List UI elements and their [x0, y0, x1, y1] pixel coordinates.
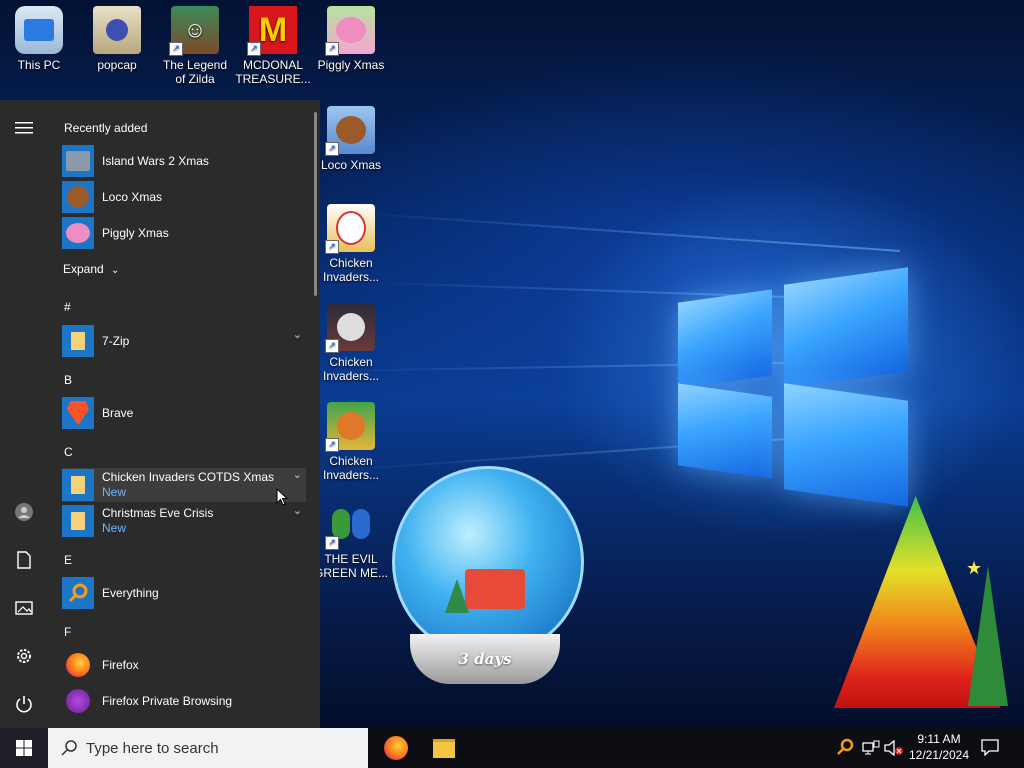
chevron-down-icon: ⌄ — [111, 265, 120, 276]
pig-icon — [62, 217, 94, 249]
taskbar-firefox-button[interactable] — [378, 728, 414, 768]
start-app-list: Recently added Island Wars 2 Xmas Loco X… — [48, 100, 308, 728]
brave-lion-icon — [62, 397, 94, 429]
pictures-icon[interactable] — [12, 596, 36, 620]
documents-icon[interactable] — [12, 548, 36, 572]
windows-logo-icon — [16, 740, 32, 756]
mouse-cursor-icon — [276, 487, 289, 511]
app-christmas-eve-crisis[interactable]: Christmas Eve Crisis New ⌄ — [62, 504, 306, 538]
game-character-icon: ☺ ↗ — [169, 6, 219, 56]
start-menu: Recently added Island Wars 2 Xmas Loco X… — [0, 100, 320, 728]
expand-button[interactable]: Expand ⌄ — [63, 262, 119, 276]
snow-globe-label: 3 days — [458, 650, 512, 668]
mcdonalds-logo-icon: M ↗ — [247, 6, 297, 56]
notification-icon — [981, 739, 999, 757]
section-header-b[interactable]: B — [64, 373, 72, 387]
network-icon[interactable] — [862, 740, 880, 756]
notification-center-button[interactable] — [980, 738, 1002, 758]
tray-everything-icon[interactable] — [836, 738, 856, 758]
desktop-icon-mcdonal-treasure[interactable]: M ↗ MCDONAL TREASURE... — [235, 0, 311, 86]
magnifier-icon — [62, 577, 94, 609]
new-badge: New — [102, 485, 127, 499]
hamburger-menu-icon[interactable] — [12, 116, 36, 140]
start-button[interactable] — [0, 728, 48, 768]
section-header-f[interactable]: F — [64, 625, 71, 639]
pig-icon: ↗ — [325, 6, 375, 56]
desktop-icon-chicken-invaders-1[interactable]: ↗ Chicken Invaders... — [313, 198, 389, 284]
chicken-eggs-icon: ↗ — [325, 303, 375, 353]
desktop-icon-piggly-xmas[interactable]: ↗ Piggly Xmas — [313, 0, 389, 72]
section-header-e[interactable]: E — [64, 553, 72, 567]
settings-gear-icon[interactable] — [12, 644, 36, 668]
taskbar-search-box[interactable]: Type here to search — [48, 728, 368, 768]
app-firefox[interactable]: Firefox — [62, 648, 306, 682]
clock-time: 9:11 AM — [917, 732, 961, 746]
volume-muted-icon[interactable] — [884, 739, 904, 757]
chevron-down-icon[interactable]: ⌄ — [293, 468, 302, 481]
desktop-icon-this-pc[interactable]: This PC — [1, 0, 77, 72]
search-placeholder: Type here to search — [86, 739, 219, 757]
folder-icon — [62, 505, 94, 537]
folder-icon — [62, 325, 94, 357]
desktop-icon-chicken-invaders-2[interactable]: ↗ Chicken Invaders... — [313, 297, 389, 383]
file-explorer-folder-icon — [433, 738, 455, 758]
snow-globe-gadget[interactable]: 3 days — [392, 466, 584, 690]
desktop-icon-popcap[interactable]: popcap — [79, 0, 155, 72]
chicken-green-icon: ↗ — [325, 402, 375, 452]
chicken-icon: ↗ — [325, 204, 375, 254]
desktop-icon-evil-green-me[interactable]: ↗ THE EVIL GREEN ME... — [313, 494, 389, 580]
desktop-icon-chicken-invaders-3[interactable]: ↗ Chicken Invaders... — [313, 396, 389, 482]
recently-added-heading: Recently added — [64, 121, 148, 135]
firefox-private-icon — [62, 685, 94, 717]
app-firefox-private-browsing[interactable]: Firefox Private Browsing — [62, 684, 306, 718]
taskbar-file-explorer-button[interactable] — [426, 728, 462, 768]
app-everything[interactable]: Everything — [62, 576, 306, 610]
snow-globe-icon — [392, 466, 584, 658]
taskbar: Type here to search 9:11 AM 12/21/2024 — [0, 728, 1024, 768]
section-header-c[interactable]: C — [64, 445, 73, 459]
user-avatar-icon[interactable] — [12, 500, 36, 524]
app-chicken-invaders-cotds-xmas[interactable]: Chicken Invaders COTDS Xmas New ⌄ — [62, 468, 306, 502]
app-brave[interactable]: Brave — [62, 396, 306, 430]
section-header-hash[interactable]: # — [64, 300, 71, 314]
messenger-people-icon: ↗ — [325, 500, 375, 550]
app-piggly-xmas[interactable]: Piggly Xmas — [62, 216, 306, 250]
bear-icon: ↗ — [325, 106, 375, 156]
folder-icon — [62, 469, 94, 501]
clock-date: 12/21/2024 — [908, 748, 970, 762]
clock[interactable]: 9:11 AM 12/21/2024 — [906, 731, 972, 763]
app-island-wars-2-xmas[interactable]: Island Wars 2 Xmas — [62, 144, 306, 178]
power-icon[interactable] — [12, 692, 36, 716]
firefox-icon — [384, 736, 408, 760]
start-menu-rail — [0, 100, 48, 728]
app-7zip[interactable]: 7-Zip ⌄ — [62, 324, 306, 358]
desktop-icon-legend-of-zilda[interactable]: ☺ ↗ The Legend of Zilda — [157, 0, 233, 86]
firefox-icon — [62, 649, 94, 681]
bear-icon — [62, 181, 94, 213]
folder-icon — [93, 6, 141, 54]
island-wars-icon — [62, 145, 94, 177]
chevron-down-icon[interactable]: ⌄ — [293, 504, 302, 517]
search-icon — [61, 740, 77, 756]
chevron-down-icon[interactable]: ⌄ — [293, 328, 302, 341]
monitor-icon — [15, 6, 63, 54]
new-badge: New — [102, 521, 127, 535]
app-loco-xmas[interactable]: Loco Xmas — [62, 180, 306, 214]
start-menu-scrollbar[interactable] — [314, 112, 317, 296]
christmas-tree-gadget[interactable]: ★ — [830, 486, 1020, 726]
desktop-icon-loco-xmas[interactable]: ↗ Loco Xmas — [313, 100, 389, 172]
